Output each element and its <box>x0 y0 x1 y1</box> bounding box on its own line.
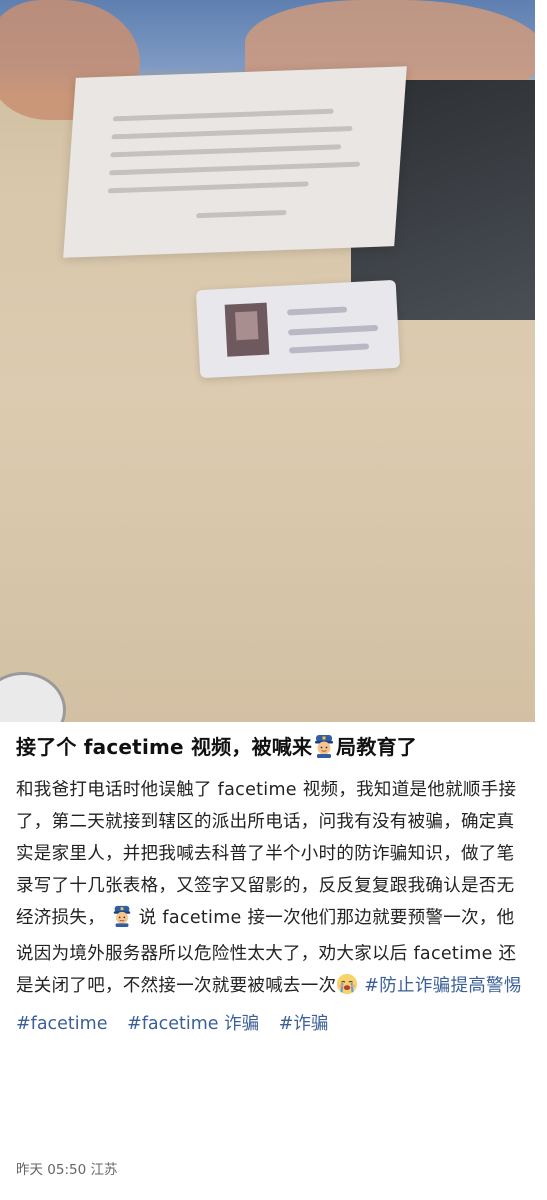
hashtag-link[interactable]: #facetime 诈骗 <box>127 1014 259 1034</box>
post-time: 昨天 05:50 <box>16 1162 87 1178</box>
hashtag-link[interactable]: #facetime <box>16 1014 107 1034</box>
post-photo[interactable] <box>0 0 541 722</box>
pixelated-face <box>224 302 270 357</box>
post-meta: 昨天 05:50 江苏 <box>16 1158 118 1178</box>
post-title: 接了个 facetime 视频，被喊来 局教育了 <box>0 722 547 766</box>
photo-mug <box>0 672 66 722</box>
police-officer-icon <box>312 734 336 766</box>
police-officer-icon <box>111 905 133 938</box>
hashtag-link[interactable]: #诈骗 <box>279 1014 329 1034</box>
post-content: 接了个 facetime 视频，被喊来 局教育了 和我爸打电话时他误触了 fac… <box>0 722 547 1040</box>
photo-id-card <box>195 279 401 379</box>
post-body: 和我爸打电话时他误触了 facetime 视频，我知道是他就顺手接了，第二天就接… <box>0 766 547 1006</box>
photo-document <box>63 66 407 258</box>
hashtag-list: #facetime #facetime 诈骗 #诈骗 <box>0 1006 547 1040</box>
hashtag-link[interactable]: #防止诈骗提高警惕 <box>364 976 521 996</box>
crying-face-icon <box>336 973 358 1006</box>
post-location: 江苏 <box>90 1162 118 1178</box>
